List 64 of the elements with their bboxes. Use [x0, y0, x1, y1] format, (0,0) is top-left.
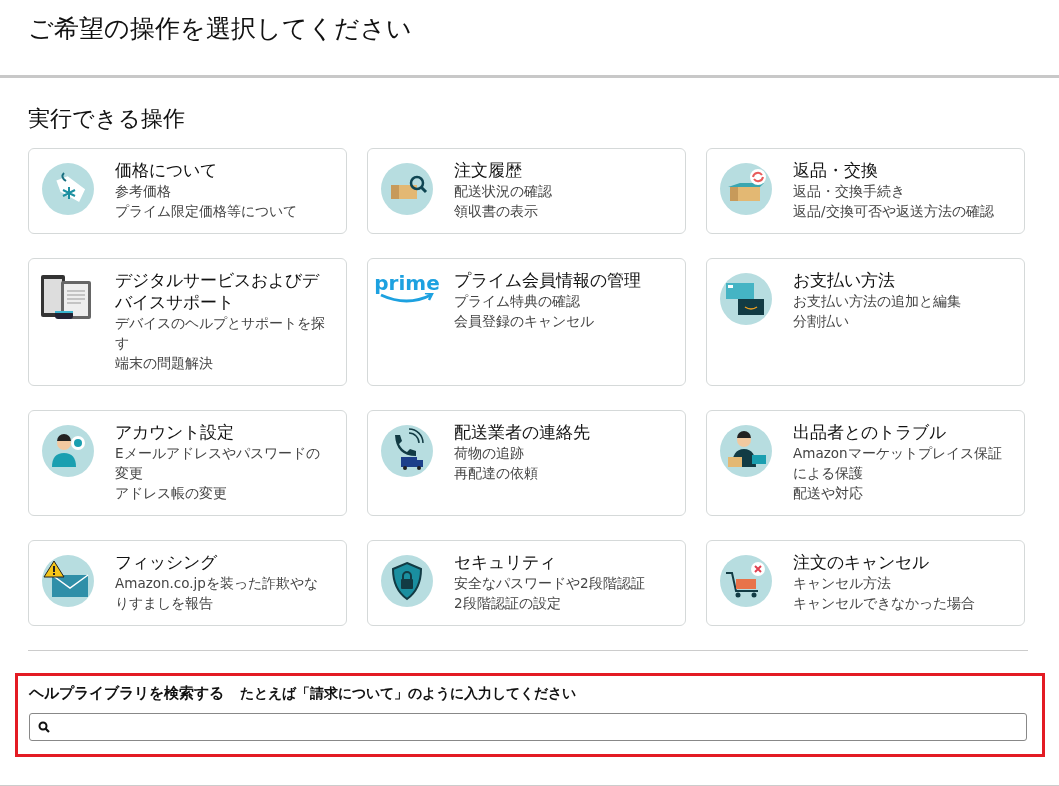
card-title: 返品・交換 — [793, 159, 879, 181]
search-icon — [38, 721, 50, 733]
card-description: プライム特典の確認 — [454, 292, 581, 311]
card-title: プライム会員情報の管理 — [454, 269, 642, 291]
search-field[interactable] — [29, 713, 1027, 741]
action-card[interactable]: 注文のキャンセル キャンセル方法 キャンセルできなかった場合 — [706, 540, 1025, 626]
card-title: フィッシング — [115, 551, 218, 573]
card-description: 参考価格 — [115, 182, 172, 201]
cart-cancel-icon — [720, 555, 772, 607]
action-card[interactable]: フィッシング Amazon.co.jpを装った詐欺やなりすましを報告 — [28, 540, 347, 626]
search-label: ヘルプライブラリを検索する — [29, 684, 224, 703]
payment-cards-icon — [720, 273, 772, 325]
action-card[interactable]: 出品者とのトラブル Amazonマーケットプレイス保証による保護 配送や対応 — [706, 410, 1025, 516]
card-description: 配送や対応 — [793, 484, 864, 503]
card-title: デジタルサービスおよびデバイスサポート — [115, 269, 321, 313]
action-card[interactable]: 配送業者の連絡先 荷物の追跡 再配達の依頼 — [367, 410, 686, 516]
card-description: キャンセル方法 — [793, 574, 892, 593]
card-description: デバイスのヘルプとサポートを探す — [115, 314, 326, 353]
card-description: お支払い方法の追加と編集 — [793, 292, 962, 311]
card-description: 荷物の追跡 — [454, 444, 525, 463]
section-title: 実行できる操作 — [28, 105, 186, 133]
card-title: お支払い方法 — [793, 269, 896, 291]
card-description: キャンセルできなかった場合 — [793, 594, 976, 613]
action-card[interactable]: 価格について 参考価格 プライム限定価格等について — [28, 148, 347, 234]
card-description: 返品・交換手続き — [793, 182, 906, 201]
card-description: プライム限定価格等について — [115, 202, 298, 221]
card-description: Eメールアドレスやパスワードの変更 — [115, 444, 321, 483]
card-title: 注文のキャンセル — [793, 551, 930, 573]
card-description: 領収書の表示 — [454, 202, 539, 221]
card-title: 価格について — [115, 159, 218, 181]
card-title: 出品者とのトラブル — [793, 421, 947, 443]
shield-lock-icon — [381, 555, 433, 607]
card-description: 会員登録のキャンセル — [454, 312, 595, 331]
card-title: セキュリティ — [454, 551, 557, 573]
card-description: Amazon.co.jpを装った詐欺やなりすましを報告 — [115, 574, 319, 613]
card-title: アカウント設定 — [115, 421, 235, 443]
search-hint: たとえば「請求について」のように入力してください — [240, 685, 576, 703]
card-description: Amazonマーケットプレイス保証による保護 — [793, 444, 1003, 483]
card-description: 分割払い — [793, 312, 850, 331]
page-title: ご希望の操作を選択してください — [28, 13, 413, 45]
warning-mail-icon — [42, 555, 94, 607]
phone-truck-icon — [381, 425, 433, 477]
prime-logo: prime — [374, 273, 440, 305]
card-description: アドレス帳の変更 — [115, 484, 228, 503]
card-description: 2段階認証の設定 — [454, 594, 562, 613]
card-description: 安全なパスワードや2段階認証 — [454, 574, 646, 593]
action-card[interactable]: お支払い方法 お支払い方法の追加と編集 分割払い — [706, 258, 1025, 386]
action-card[interactable]: 返品・交換 返品・交換手続き 返品/交換可否や返送方法の確認 — [706, 148, 1025, 234]
box-search-icon — [381, 163, 433, 215]
card-description: 再配達の依頼 — [454, 464, 539, 483]
seller-icon — [720, 425, 772, 477]
card-title: 配送業者の連絡先 — [454, 421, 591, 443]
box-return-icon — [720, 163, 772, 215]
action-card[interactable]: 注文履歴 配送状況の確認 領収書の表示 — [367, 148, 686, 234]
person-gear-icon — [42, 425, 94, 477]
card-description: 端末の問題解決 — [115, 354, 214, 373]
action-card[interactable]: prime プライム会員情報の管理 プライム特典の確認 会員登録のキャンセル — [367, 258, 686, 386]
price-tag-icon — [42, 163, 94, 215]
action-card[interactable]: デジタルサービスおよびデバイスサポート デバイスのヘルプとサポートを探す 端末の問題解決 — [28, 258, 347, 386]
card-description: 返品/交換可否や返送方法の確認 — [793, 202, 995, 221]
action-card[interactable]: アカウント設定 Eメールアドレスやパスワードの変更 アドレス帳の変更 — [28, 410, 347, 516]
card-title: 注文履歴 — [454, 159, 523, 181]
action-card[interactable]: セキュリティ 安全なパスワードや2段階認証 2段階認証の設定 — [367, 540, 686, 626]
card-description: 配送状況の確認 — [454, 182, 553, 201]
